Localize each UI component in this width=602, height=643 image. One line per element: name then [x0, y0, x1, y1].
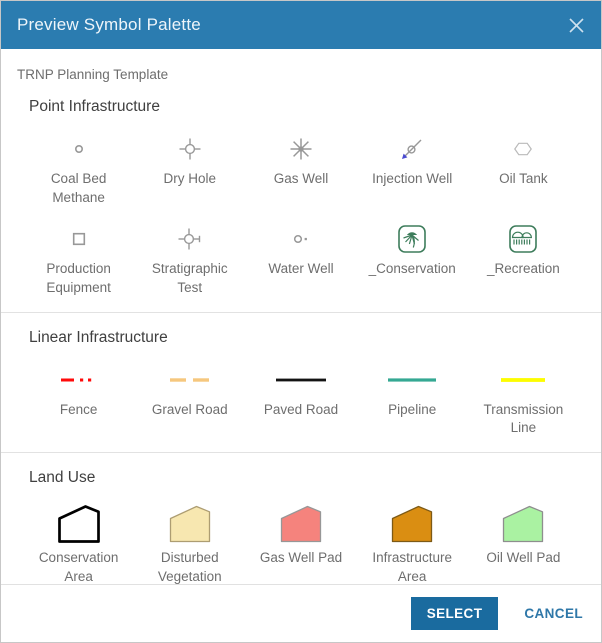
symbol-label: Dry Hole [164, 170, 217, 189]
close-icon[interactable] [567, 16, 585, 34]
symbol-label: Production Equipment [27, 260, 131, 298]
conservation-area-polygon-icon [57, 504, 101, 544]
symbol-item-fence: Fence [23, 361, 134, 439]
symbol-item-pipeline: Pipeline [357, 361, 468, 439]
symbol-item-gravel-road: Gravel Road [134, 361, 245, 439]
symbol-label: Pipeline [388, 401, 436, 420]
symbol-item-oil-well-pad: Oil Well Pad [468, 501, 579, 584]
symbol-item-conservation: _Conservation [357, 220, 468, 298]
symbol-item-gas-well-pad: Gas Well Pad [245, 501, 356, 584]
gravel-road-line-icon [160, 362, 220, 398]
fence-line-icon [49, 362, 109, 398]
dry-hole-icon [172, 131, 208, 167]
water-well-icon [283, 221, 319, 257]
section-heading-landuse: Land Use [29, 469, 601, 487]
symbol-label: Transmission Line [471, 401, 575, 439]
symbol-item-infrastructure-area: Infrastructure Area [357, 501, 468, 584]
point-symbol-grid: Coal Bed Methane Dry Hole [1, 130, 601, 298]
symbol-item-stratigraphic-test: Stratigraphic Test [134, 220, 245, 298]
coal-bed-methane-icon [61, 131, 97, 167]
section-divider [1, 312, 601, 313]
symbol-label: Oil Tank [499, 170, 548, 189]
symbol-item-conservation-area: Conservation Area [23, 501, 134, 584]
symbol-label: Stratigraphic Test [138, 260, 242, 298]
symbol-label: _Recreation [487, 260, 560, 279]
symbol-item-disturbed-vegetation: Disturbed Vegetation [134, 501, 245, 584]
production-equipment-icon [61, 221, 97, 257]
symbol-label: Conservation Area [27, 549, 131, 584]
symbol-label: Injection Well [372, 170, 452, 189]
stratigraphic-test-icon [172, 221, 208, 257]
recreation-point-icon [505, 221, 541, 257]
dialog-footer: SELECT CANCEL [1, 584, 601, 642]
symbol-label: Infrastructure Area [360, 549, 464, 584]
symbol-label: Gas Well Pad [260, 549, 342, 568]
disturbed-vegetation-polygon-icon [168, 504, 212, 544]
dialog-header: Preview Symbol Palette [1, 1, 601, 49]
conservation-point-icon [394, 221, 430, 257]
symbol-label: Coal Bed Methane [27, 170, 131, 208]
symbol-item-injection-well: Injection Well [357, 130, 468, 208]
symbol-item-recreation: _Recreation [468, 220, 579, 298]
section-land-use: Land Use Conservation Area [1, 469, 601, 584]
oil-tank-icon [505, 131, 541, 167]
oil-well-pad-polygon-icon [501, 504, 545, 544]
symbol-label: Paved Road [264, 401, 338, 420]
preview-symbol-palette-dialog: Preview Symbol Palette TRNP Planning Tem… [0, 0, 602, 643]
symbol-label: Gravel Road [152, 401, 228, 420]
injection-well-icon [394, 131, 430, 167]
symbol-label: _Conservation [369, 260, 456, 279]
template-name: TRNP Planning Template [17, 67, 585, 82]
symbol-label: Disturbed Vegetation [138, 549, 242, 584]
symbol-item-production-equipment: Production Equipment [23, 220, 134, 298]
pipeline-line-icon [382, 362, 442, 398]
infrastructure-area-polygon-icon [390, 504, 434, 544]
symbol-item-oil-tank: Oil Tank [468, 130, 579, 208]
gas-well-pad-polygon-icon [279, 504, 323, 544]
symbol-item-transmission-line: Transmission Line [468, 361, 579, 439]
section-linear-infrastructure: Linear Infrastructure Fence [1, 329, 601, 439]
dialog-title: Preview Symbol Palette [17, 15, 201, 35]
symbol-label: Gas Well [274, 170, 329, 189]
select-button[interactable]: SELECT [411, 597, 499, 630]
symbol-item-coal-bed-methane: Coal Bed Methane [23, 130, 134, 208]
section-divider [1, 452, 601, 453]
dialog-body: TRNP Planning Template Point Infrastruct… [1, 49, 601, 584]
gas-well-icon [283, 131, 319, 167]
landuse-symbol-grid: Conservation Area Disturbed Vegetation [1, 501, 601, 584]
section-heading-point: Point Infrastructure [29, 98, 601, 116]
transmission-line-icon [493, 362, 553, 398]
symbol-item-water-well: Water Well [245, 220, 356, 298]
symbol-item-paved-road: Paved Road [245, 361, 356, 439]
symbol-item-dry-hole: Dry Hole [134, 130, 245, 208]
cancel-button[interactable]: CANCEL [524, 606, 583, 621]
symbol-label: Oil Well Pad [486, 549, 560, 568]
linear-symbol-grid: Fence Gravel Road [1, 361, 601, 439]
symbol-label: Fence [60, 401, 98, 420]
symbol-label: Water Well [268, 260, 333, 279]
symbol-item-gas-well: Gas Well [245, 130, 356, 208]
paved-road-line-icon [271, 362, 331, 398]
section-point-infrastructure: Point Infrastructure Coal Bed Methane [1, 98, 601, 298]
section-heading-linear: Linear Infrastructure [29, 329, 601, 347]
